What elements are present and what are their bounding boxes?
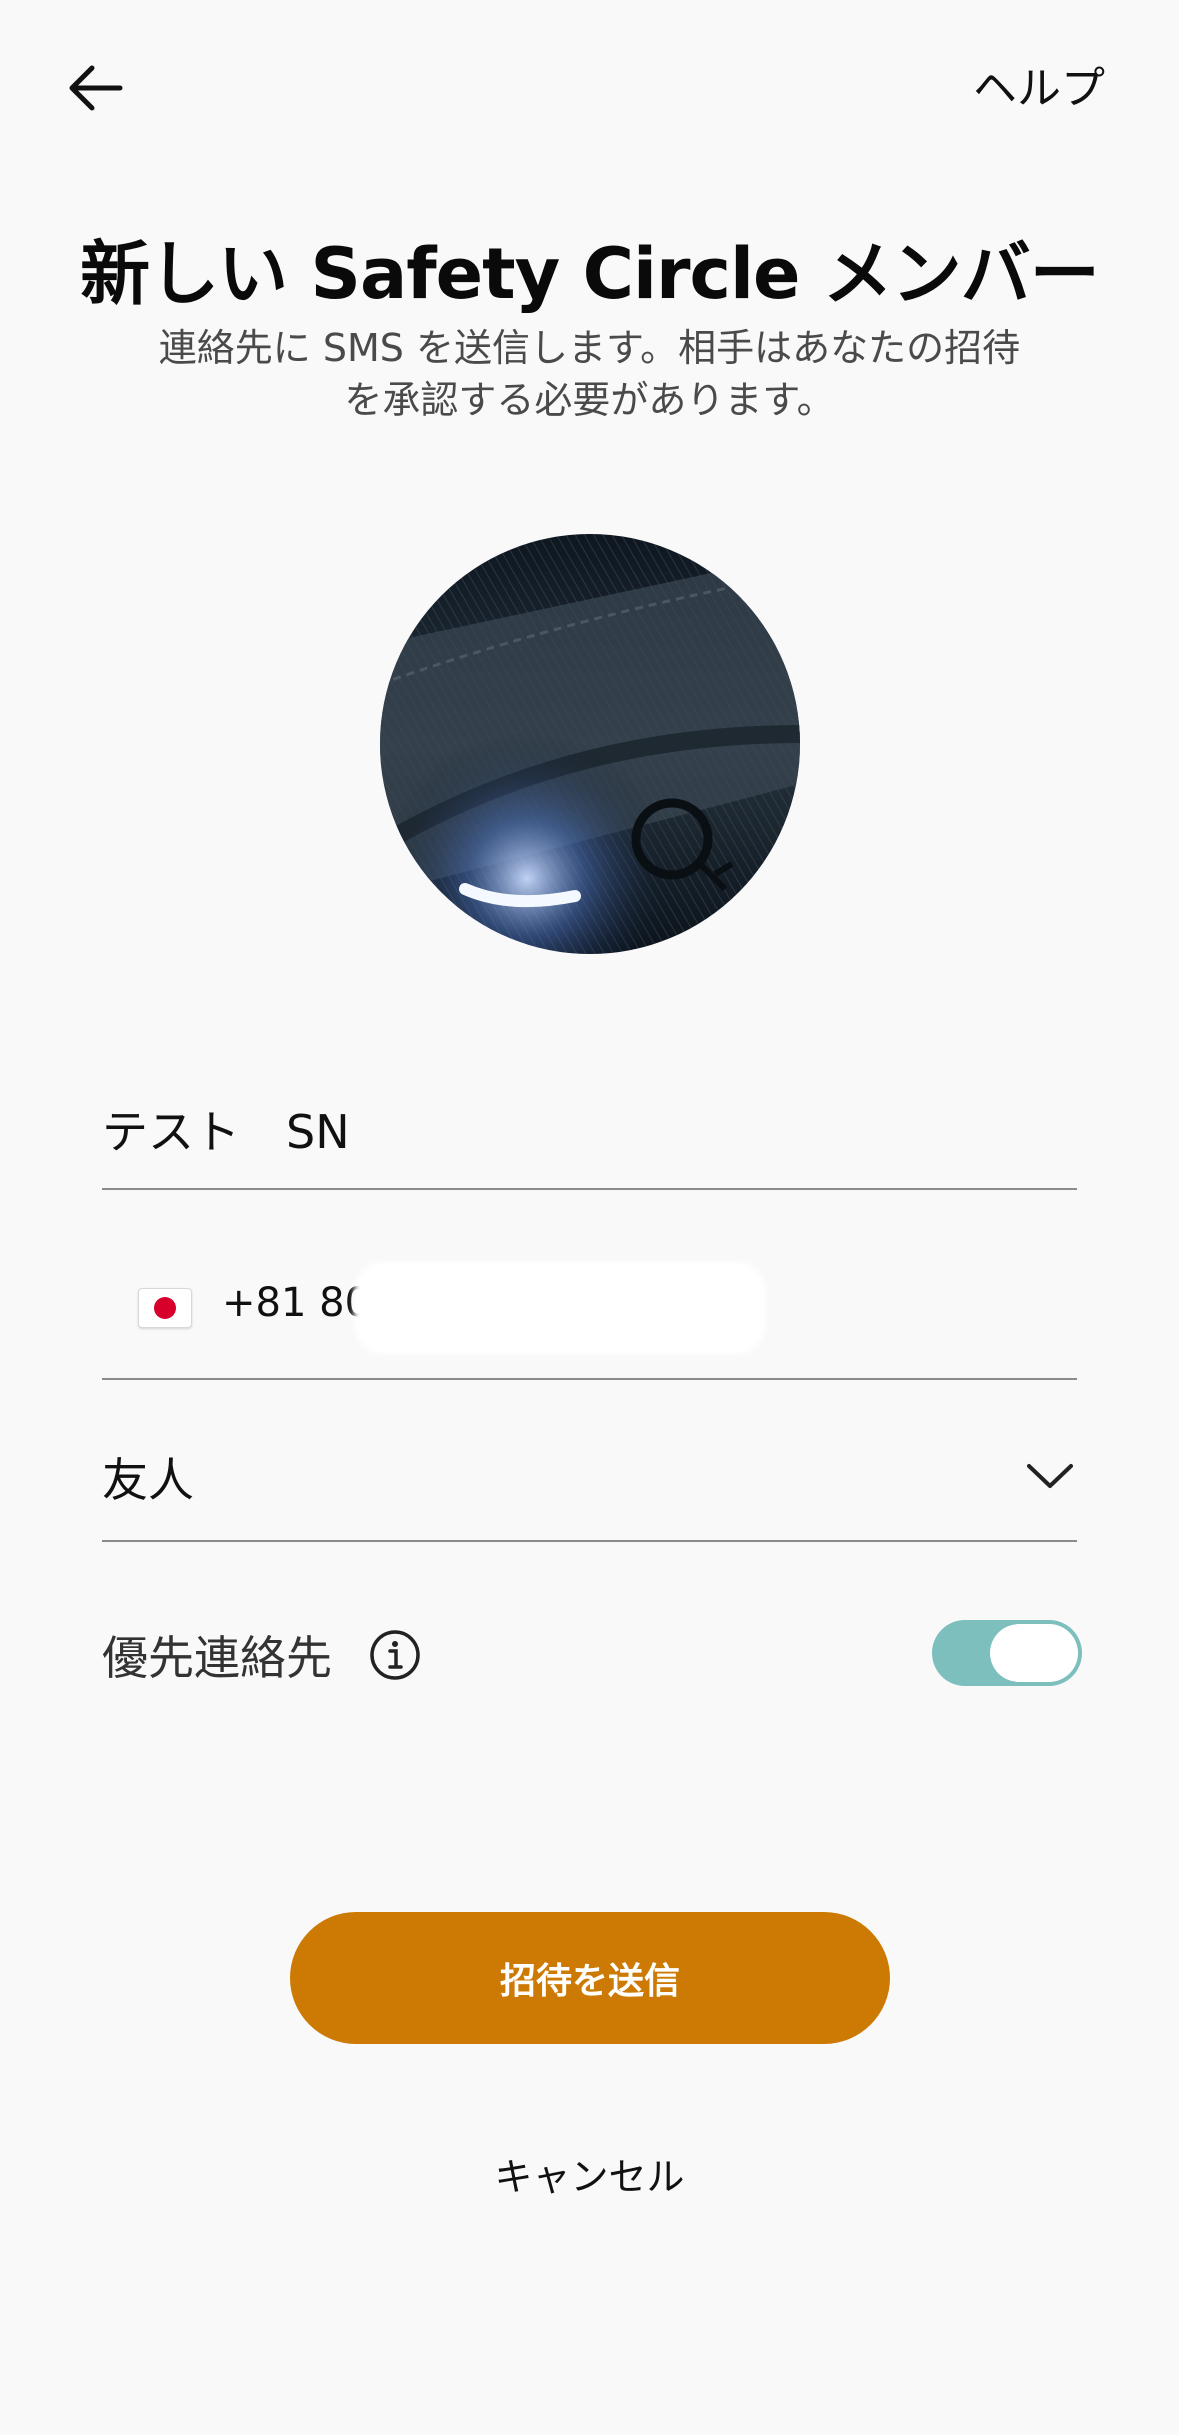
subtitle-line-2: を承認する必要があります。: [344, 378, 835, 422]
priority-contact-label: 優先連絡先: [102, 1631, 332, 1685]
priority-contact-row: 優先連絡先: [102, 1610, 1082, 1700]
phone-field[interactable]: +81 80-: [102, 1236, 1077, 1380]
back-button[interactable]: [58, 50, 138, 130]
avatar-image: [380, 534, 800, 954]
page-subtitle: 連絡先に SMS を送信します。相手はあなたの招待 を承認する必要があります。: [110, 322, 1069, 426]
relationship-select[interactable]: 友人: [102, 1422, 1077, 1542]
priority-contact-toggle[interactable]: [932, 1620, 1082, 1686]
redacted-area: [354, 1262, 766, 1354]
japan-flag-icon[interactable]: [138, 1288, 192, 1328]
name-field[interactable]: テスト SN: [102, 1080, 1077, 1190]
arrow-left-icon: [69, 65, 123, 111]
page-title: 新しい Safety Circle メンバー: [80, 233, 1100, 315]
cancel-button[interactable]: キャンセル: [0, 2146, 1179, 2201]
help-link[interactable]: ヘルプ: [973, 52, 1105, 116]
chevron-down-icon: [1027, 1464, 1073, 1488]
info-icon[interactable]: [368, 1628, 422, 1682]
subtitle-line-1: 連絡先に SMS を送信します。相手はあなたの招待: [158, 326, 1021, 370]
send-invite-button[interactable]: 招待を送信: [290, 1912, 890, 2044]
toggle-knob: [990, 1624, 1078, 1682]
relationship-value: 友人: [102, 1453, 194, 1507]
contact-avatar-photo[interactable]: [380, 534, 800, 954]
name-field-value: テスト SN: [102, 1105, 350, 1159]
